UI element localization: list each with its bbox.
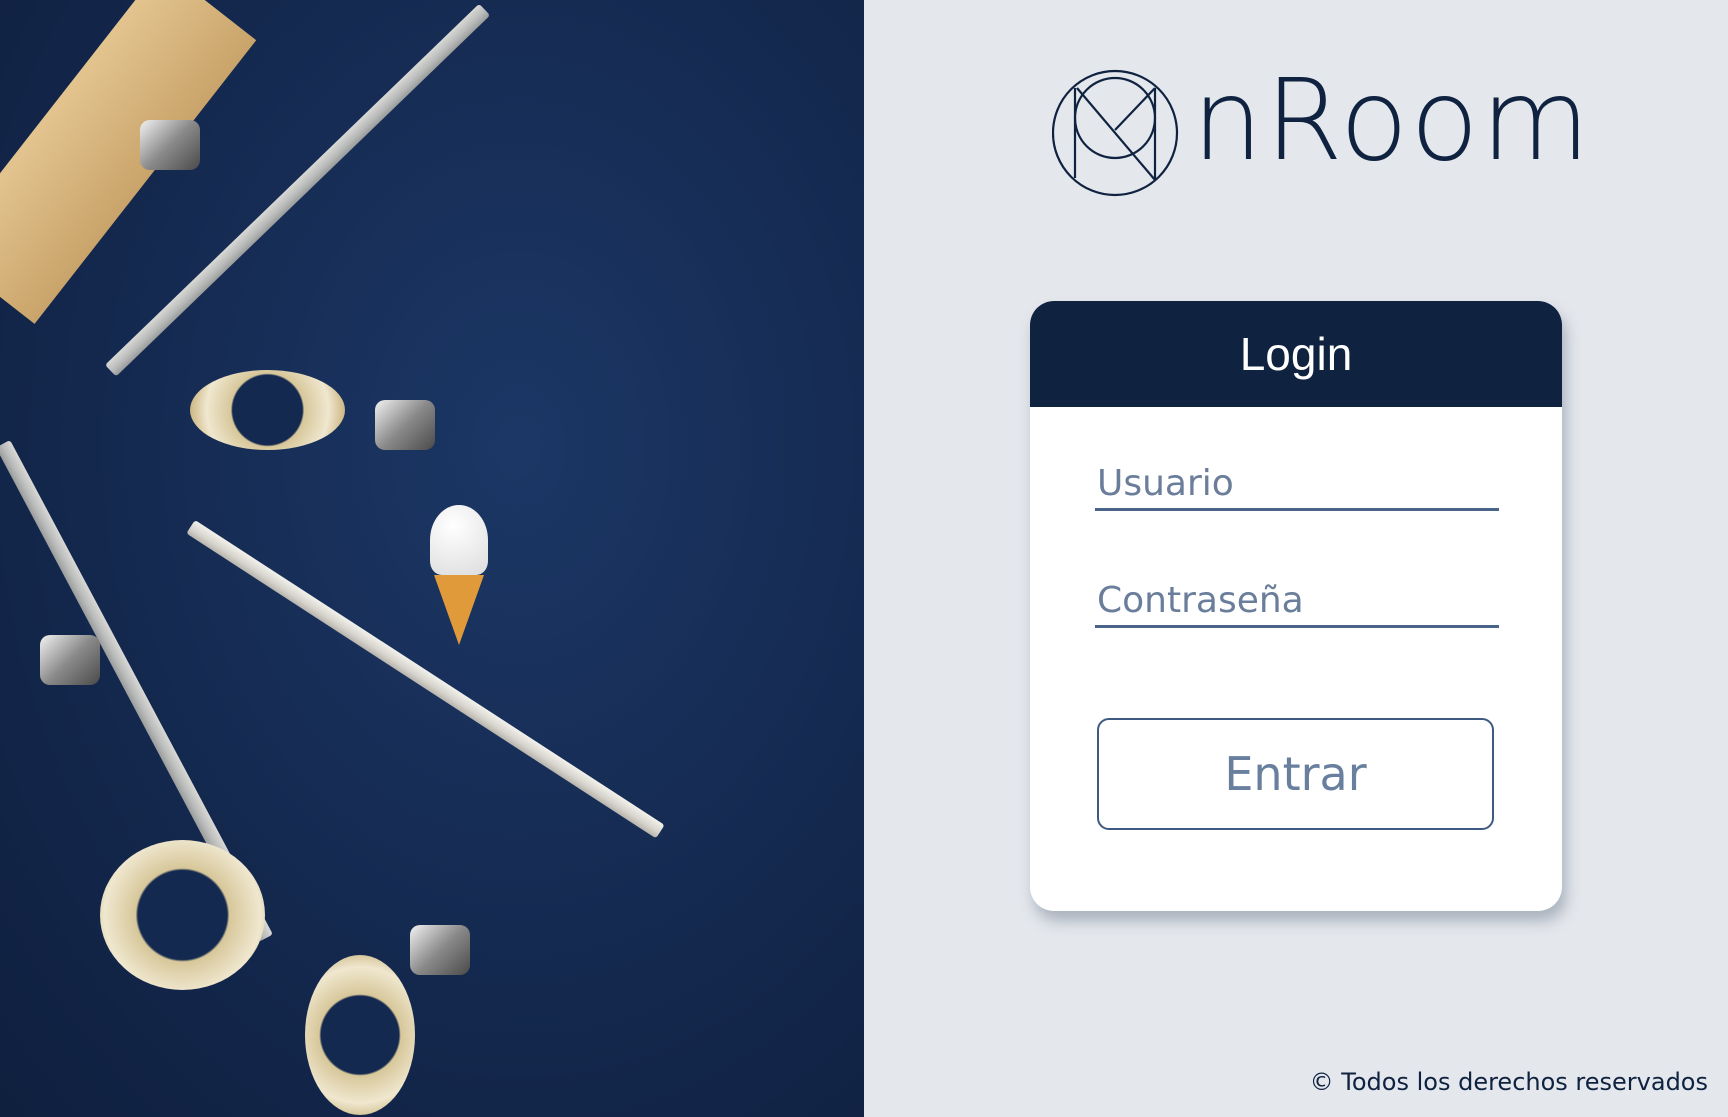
- binder-clip: [375, 400, 435, 450]
- login-card: Login Entrar: [1030, 301, 1562, 911]
- login-title: Login: [1030, 301, 1562, 407]
- logo-mark-icon: [1052, 69, 1179, 197]
- washi-tape: [305, 955, 415, 1115]
- binder-clip: [40, 635, 100, 685]
- copyright-footer: © Todos los derechos reservados: [1309, 1068, 1708, 1096]
- password-input[interactable]: [1095, 580, 1499, 628]
- submit-button[interactable]: Entrar: [1097, 718, 1494, 830]
- binder-clip: [140, 120, 200, 170]
- brand-name: nRoom: [1192, 56, 1592, 186]
- ice-cream-eraser: [430, 505, 488, 655]
- washi-tape: [190, 370, 345, 450]
- washi-tape: [100, 840, 265, 990]
- pencil: [186, 520, 665, 839]
- brand-logo: nRoom: [1052, 56, 1590, 198]
- binder-clip: [410, 925, 470, 975]
- username-input[interactable]: [1095, 463, 1499, 511]
- hero-photo-stationery: [0, 0, 864, 1117]
